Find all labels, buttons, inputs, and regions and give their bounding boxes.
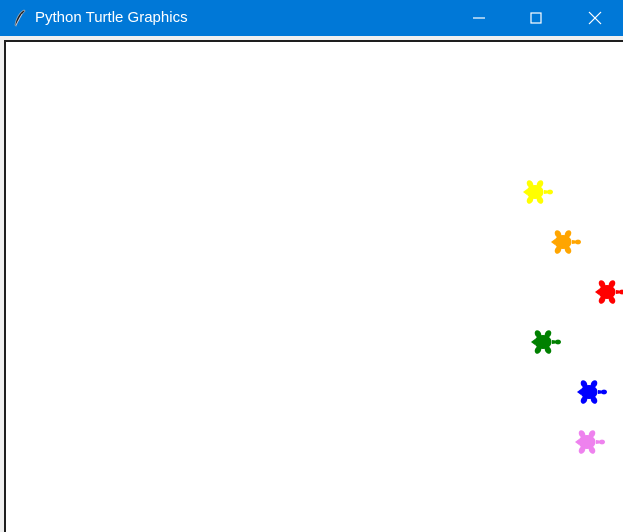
turtle-icon: [548, 228, 582, 256]
turtle-icon: [574, 378, 608, 406]
turtle-canvas[interactable]: [4, 40, 623, 532]
minimize-button[interactable]: [456, 0, 502, 36]
maximize-icon: [530, 12, 542, 24]
title-bar[interactable]: Python Turtle Graphics: [0, 0, 623, 36]
feather-icon: [10, 8, 30, 28]
close-button[interactable]: [572, 0, 618, 36]
turtle-icon: [528, 328, 562, 356]
turtle-icon: [520, 178, 554, 206]
turtle-icon: [572, 428, 606, 456]
window-title: Python Turtle Graphics: [35, 9, 188, 26]
window-client-area: [0, 36, 623, 532]
turtle-icon: [592, 278, 623, 306]
maximize-button[interactable]: [513, 0, 559, 36]
close-icon: [588, 11, 602, 25]
minimize-icon: [473, 17, 485, 19]
